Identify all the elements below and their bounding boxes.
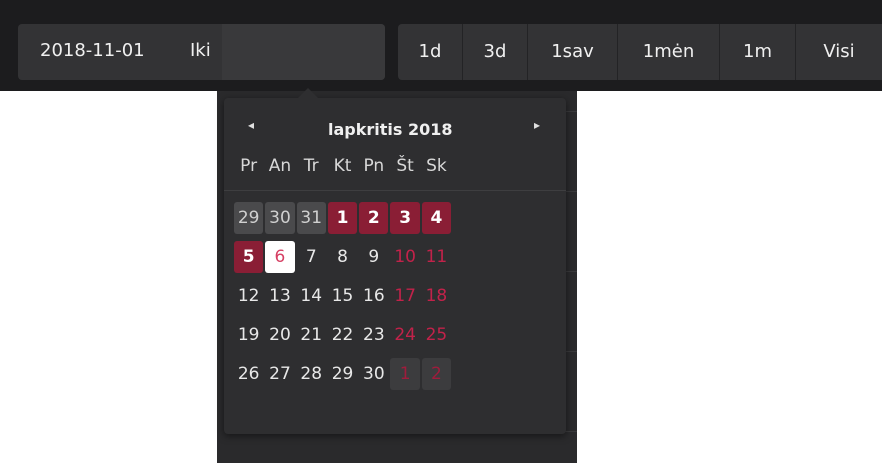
header-divider bbox=[224, 190, 566, 191]
calendar-day[interactable]: 3 bbox=[390, 202, 420, 234]
calendar-day[interactable]: 30 bbox=[359, 358, 388, 390]
calendar-day[interactable]: 1 bbox=[390, 358, 420, 390]
range-1year-button[interactable]: 1m bbox=[720, 24, 796, 80]
calendar-day[interactable]: 25 bbox=[422, 319, 451, 351]
range-all-button[interactable]: Visi bbox=[796, 24, 882, 80]
calendar-day[interactable]: 15 bbox=[328, 280, 357, 312]
toolbar: 2018-11-01 Iki 1d 3d 1sav 1mėn 1m Visi bbox=[0, 0, 882, 91]
calendar-day[interactable]: 21 bbox=[297, 319, 326, 351]
range-1month-button[interactable]: 1mėn bbox=[618, 24, 720, 80]
calendar-day[interactable]: 2 bbox=[421, 358, 452, 390]
calendar-day[interactable]: 18 bbox=[422, 280, 451, 312]
month-title[interactable]: lapkritis 2018 bbox=[328, 120, 453, 139]
calendar-day[interactable]: 20 bbox=[265, 319, 294, 351]
calendar-day[interactable]: 30 bbox=[265, 202, 295, 234]
range-1d-button[interactable]: 1d bbox=[398, 24, 463, 80]
range-1week-button[interactable]: 1sav bbox=[528, 24, 618, 80]
chevron-right-icon[interactable]: ▸ bbox=[534, 118, 540, 132]
calendar-day[interactable]: 17 bbox=[390, 280, 419, 312]
calendar-day[interactable]: 16 bbox=[359, 280, 388, 312]
range-3d-button[interactable]: 3d bbox=[463, 24, 528, 80]
weekday-label: Pn bbox=[363, 156, 385, 176]
weekday-label: Tr bbox=[303, 156, 319, 176]
date-range-field[interactable]: 2018-11-01 Iki bbox=[18, 24, 385, 80]
calendar-day[interactable]: 14 bbox=[297, 280, 326, 312]
weekday-label: Pr bbox=[240, 156, 258, 176]
weekday-label: Kt bbox=[333, 156, 352, 176]
weekday-label: Sk bbox=[426, 156, 447, 176]
calendar-day[interactable]: 19 bbox=[234, 319, 263, 351]
calendar-day[interactable]: 10 bbox=[390, 241, 419, 273]
calendar-day[interactable]: 24 bbox=[390, 319, 419, 351]
chevron-left-icon[interactable]: ◂ bbox=[248, 118, 254, 132]
quick-range-group: 1d 3d 1sav 1mėn 1m Visi bbox=[398, 24, 882, 80]
calendar-day[interactable]: 7 bbox=[297, 241, 326, 273]
datepicker-popup: ◂ lapkritis 2018 ▸ Pr An Tr Kt Pn Št Sk … bbox=[224, 88, 566, 434]
day-grid: 29 30 31 1 2 3 4 5 6 7 8 9 10 11 12 13 14 15 16 17 18 19 20 21 2… bbox=[233, 202, 452, 390]
calendar-day[interactable]: 6 bbox=[265, 241, 295, 273]
calendar-day[interactable]: 5 bbox=[234, 241, 264, 273]
calendar-day[interactable]: 29 bbox=[328, 358, 357, 390]
date-to-input[interactable] bbox=[222, 24, 385, 80]
calendar-day[interactable]: 23 bbox=[359, 319, 388, 351]
calendar-day[interactable]: 31 bbox=[296, 202, 326, 234]
background-row bbox=[442, 431, 577, 472]
calendar-day[interactable]: 4 bbox=[421, 202, 452, 234]
weekday-header: Pr An Tr Kt Pn Št Sk bbox=[233, 156, 452, 176]
calendar-day[interactable]: 12 bbox=[234, 280, 263, 312]
calendar-day[interactable]: 9 bbox=[359, 241, 388, 273]
calendar-day[interactable]: 28 bbox=[297, 358, 326, 390]
calendar-day[interactable]: 29 bbox=[234, 202, 264, 234]
weekday-label: An bbox=[268, 156, 292, 176]
date-separator-label: Iki bbox=[190, 40, 211, 61]
calendar-day[interactable]: 27 bbox=[265, 358, 294, 390]
popup-caret bbox=[298, 88, 318, 98]
calendar-day[interactable]: 22 bbox=[328, 319, 357, 351]
calendar-day[interactable]: 11 bbox=[422, 241, 451, 273]
date-from-value[interactable]: 2018-11-01 bbox=[40, 40, 145, 61]
calendar-day[interactable]: 2 bbox=[359, 202, 389, 234]
calendar-day[interactable]: 8 bbox=[328, 241, 357, 273]
weekday-label: Št bbox=[396, 156, 414, 176]
calendar-day[interactable]: 1 bbox=[327, 202, 358, 234]
calendar-day[interactable]: 26 bbox=[234, 358, 263, 390]
calendar-day[interactable]: 13 bbox=[265, 280, 294, 312]
